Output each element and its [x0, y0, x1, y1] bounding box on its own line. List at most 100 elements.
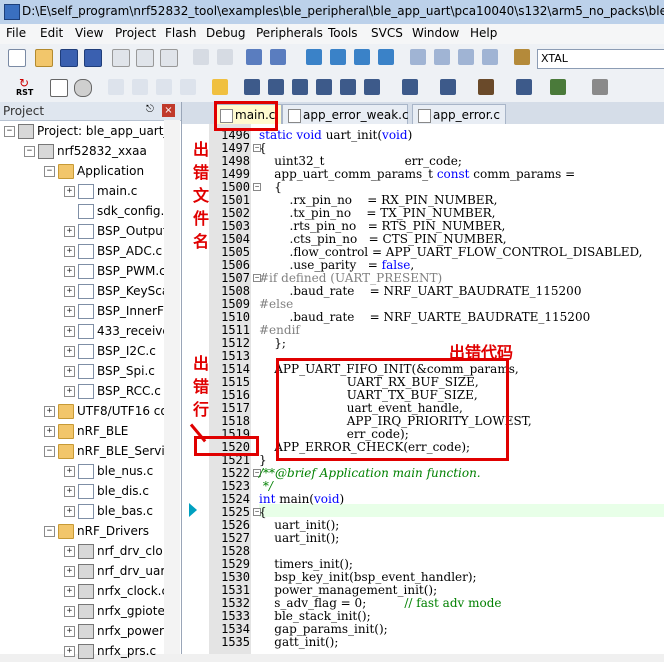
- serial-window-icon[interactable]: [440, 79, 456, 95]
- expand-icon[interactable]: +: [64, 646, 75, 657]
- expand-icon[interactable]: +: [64, 586, 75, 597]
- code-line[interactable]: gatt_init();: [259, 635, 338, 649]
- code-line[interactable]: {: [259, 141, 267, 155]
- collapse-icon[interactable]: −: [44, 446, 55, 457]
- call-stack-window-icon[interactable]: [340, 79, 356, 95]
- code-line[interactable]: .baud_rate = NRF_UART_BAUDRATE_115200: [259, 284, 582, 298]
- code-line[interactable]: .baud_rate = NRF_UARTE_BAUDRATE_115200: [259, 310, 591, 324]
- load-icon[interactable]: [50, 79, 68, 97]
- code-line[interactable]: */: [259, 479, 273, 493]
- undo-icon[interactable]: [193, 49, 209, 65]
- code-line[interactable]: app_uart_comm_params_t const comm_params…: [259, 167, 575, 181]
- uncomment-icon[interactable]: [482, 49, 498, 65]
- watch-window-icon[interactable]: [364, 79, 380, 95]
- tab-app-error-c[interactable]: app_error.c: [412, 104, 506, 125]
- step-over-icon[interactable]: [132, 79, 148, 95]
- menu-flash[interactable]: Flash: [165, 26, 196, 40]
- code-line[interactable]: #if defined (UART_PRESENT): [259, 271, 442, 285]
- open-folder-icon[interactable]: [35, 49, 53, 67]
- tab-app-error-weak-c[interactable]: app_error_weak.c: [282, 104, 409, 125]
- code-line[interactable]: {: [259, 505, 267, 519]
- menu-project[interactable]: Project: [115, 26, 156, 40]
- code-line[interactable]: int main(void): [259, 492, 344, 506]
- copy-icon[interactable]: [136, 49, 154, 67]
- code-line[interactable]: power_management_init();: [259, 583, 437, 597]
- code-line[interactable]: #else: [259, 297, 293, 311]
- close-icon[interactable]: ×: [162, 104, 175, 117]
- clear-bookmarks-icon[interactable]: [378, 49, 394, 65]
- code-line[interactable]: }: [259, 453, 267, 467]
- menu-svcs[interactable]: SVCS: [371, 26, 403, 40]
- prev-bookmark-icon[interactable]: [330, 49, 346, 65]
- expand-icon[interactable]: +: [64, 626, 75, 637]
- code-line[interactable]: .rts_pin_no = RTS_PIN_NUMBER,: [259, 219, 506, 233]
- command-window-icon[interactable]: [244, 79, 260, 95]
- collapse-icon[interactable]: −: [4, 126, 15, 137]
- expand-icon[interactable]: +: [64, 286, 75, 297]
- show-next-statement-icon[interactable]: [212, 79, 228, 95]
- code-line[interactable]: .use_parity = false,: [259, 258, 415, 272]
- expand-icon[interactable]: +: [44, 426, 55, 437]
- system-viewer-icon[interactable]: [550, 79, 566, 95]
- expand-icon[interactable]: +: [64, 346, 75, 357]
- collapse-icon[interactable]: −: [24, 146, 35, 157]
- expand-icon[interactable]: +: [64, 486, 75, 497]
- collapse-icon[interactable]: −: [44, 166, 55, 177]
- next-bookmark-icon[interactable]: [354, 49, 370, 65]
- disassembly-window-icon[interactable]: [268, 79, 284, 95]
- expand-icon[interactable]: +: [64, 506, 75, 517]
- step-out-icon[interactable]: [156, 79, 172, 95]
- code-line[interactable]: .tx_pin_no = TX_PIN_NUMBER,: [259, 206, 496, 220]
- code-line[interactable]: bsp_key_init(bsp_event_handler);: [259, 570, 476, 584]
- menu-debug[interactable]: Debug: [206, 26, 245, 40]
- trace-window-icon[interactable]: [516, 79, 532, 95]
- expand-icon[interactable]: +: [64, 326, 75, 337]
- reset-button[interactable]: ↻ RST: [14, 76, 36, 98]
- code-line[interactable]: uart_init();: [259, 531, 339, 545]
- indent-icon[interactable]: [410, 49, 426, 65]
- save-all-icon[interactable]: [84, 49, 102, 67]
- cut-icon[interactable]: [112, 49, 130, 67]
- find-in-files-icon[interactable]: [514, 49, 530, 65]
- code-line[interactable]: #endif: [259, 323, 300, 337]
- code-line[interactable]: uart_init();: [259, 518, 339, 532]
- code-line[interactable]: gap_params_init();: [259, 622, 387, 636]
- menu-edit[interactable]: Edit: [40, 26, 63, 40]
- code-line[interactable]: .flow_control = APP_UART_FLOW_CONTROL_DI…: [259, 245, 643, 259]
- run-to-cursor-icon[interactable]: [180, 79, 196, 95]
- pin-icon[interactable]: ⎋: [146, 104, 154, 115]
- collapse-icon[interactable]: −: [44, 526, 55, 537]
- code-line[interactable]: .cts_pin_no = CTS_PIN_NUMBER,: [259, 232, 507, 246]
- target-combo[interactable]: XTAL: [537, 49, 664, 69]
- expand-icon[interactable]: +: [64, 306, 75, 317]
- step-into-icon[interactable]: [108, 79, 124, 95]
- menu-window[interactable]: Window: [412, 26, 459, 40]
- code-line[interactable]: s_adv_flag = 0; // fast adv mode: [259, 596, 501, 610]
- tree-scrollbar[interactable]: [164, 120, 180, 654]
- expand-icon[interactable]: +: [64, 226, 75, 237]
- tools-icon[interactable]: [592, 79, 608, 95]
- expand-icon[interactable]: +: [64, 546, 75, 557]
- code-line[interactable]: .rx_pin_no = RX_PIN_NUMBER,: [259, 193, 498, 207]
- code-line[interactable]: static void uart_init(void): [259, 128, 412, 142]
- expand-icon[interactable]: +: [64, 366, 75, 377]
- code-line[interactable]: uint32_t err_code;: [259, 154, 462, 168]
- code-line[interactable]: {: [259, 180, 282, 194]
- redo-icon[interactable]: [217, 49, 233, 65]
- symbols-window-icon[interactable]: [292, 79, 308, 95]
- registers-window-icon[interactable]: [316, 79, 332, 95]
- code-line[interactable]: /**@brief Application main function.: [259, 466, 481, 480]
- menu-file[interactable]: File: [6, 26, 26, 40]
- expand-icon[interactable]: +: [44, 406, 55, 417]
- analysis-window-icon[interactable]: [478, 79, 494, 95]
- expand-icon[interactable]: +: [64, 246, 75, 257]
- code-line[interactable]: };: [259, 336, 286, 350]
- menu-tools[interactable]: Tools: [328, 26, 358, 40]
- expand-icon[interactable]: +: [64, 186, 75, 197]
- bookmark-icon[interactable]: [306, 49, 322, 65]
- expand-icon[interactable]: +: [64, 266, 75, 277]
- unindent-icon[interactable]: [434, 49, 450, 65]
- expand-icon[interactable]: +: [64, 566, 75, 577]
- menu-peripherals[interactable]: Peripherals: [256, 26, 323, 40]
- menu-view[interactable]: View: [75, 26, 103, 40]
